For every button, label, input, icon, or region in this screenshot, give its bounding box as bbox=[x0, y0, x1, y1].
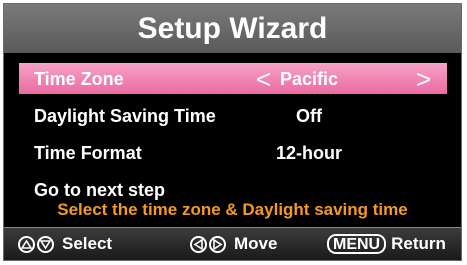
hint-text: Select the time zone & Daylight saving t… bbox=[57, 200, 408, 219]
return-label: Return bbox=[391, 234, 446, 253]
time-format-label: Time Format bbox=[34, 143, 142, 163]
setup-wizard-dialog: Setup Wizard Time Zone < Pacific > Dayli… bbox=[3, 3, 462, 261]
daylight-saving-value: Off bbox=[296, 106, 322, 126]
return-hint: MENU Return bbox=[327, 228, 446, 260]
right-arrow-icon bbox=[209, 235, 226, 253]
select-label: Select bbox=[62, 234, 113, 253]
menu-item-time-format[interactable]: Time Format 12-hour bbox=[19, 137, 447, 168]
next-value-arrow[interactable]: > bbox=[416, 64, 431, 95]
footer-bar: Select Move MENU Return bbox=[4, 227, 461, 260]
next-step-label: Go to next step bbox=[34, 180, 166, 200]
menu-item-time-zone[interactable]: Time Zone < Pacific > bbox=[19, 63, 447, 94]
menu-key-icon: MENU bbox=[327, 234, 387, 254]
time-zone-value: Pacific bbox=[279, 69, 339, 89]
settings-menu: Time Zone < Pacific > Daylight Saving Ti… bbox=[19, 63, 447, 211]
dialog-title: Setup Wizard bbox=[4, 4, 461, 53]
time-format-value: 12-hour bbox=[275, 143, 342, 163]
left-arrow-icon bbox=[190, 235, 207, 253]
daylight-saving-label: Daylight Saving Time bbox=[34, 106, 216, 126]
move-hint: Move bbox=[190, 228, 277, 260]
move-label: Move bbox=[234, 234, 278, 253]
time-zone-label: Time Zone bbox=[34, 69, 124, 89]
select-hint: Select bbox=[18, 228, 112, 260]
up-arrow-icon bbox=[18, 235, 35, 253]
down-arrow-icon bbox=[37, 235, 54, 253]
menu-item-daylight-saving[interactable]: Daylight Saving Time Off bbox=[19, 100, 447, 131]
